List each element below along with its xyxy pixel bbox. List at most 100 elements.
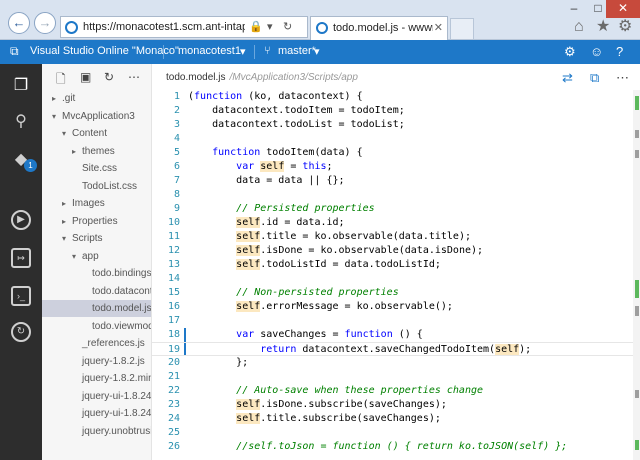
tree-item[interactable]: ▾ Scripts — [42, 230, 151, 247]
twisty-icon[interactable]: ▸ — [52, 90, 62, 107]
tab-todo-model[interactable]: todo.model.js - wwwroot - ... ✕ — [310, 16, 448, 40]
address-bar[interactable]: https://monacotest1.scm.ant-intapp.windo… — [60, 16, 308, 38]
tree-item[interactable]: _references.js — [42, 335, 151, 352]
twisty-icon[interactable]: ▾ — [62, 230, 72, 247]
code-line[interactable]: 11 self.title = ko.observable(data.title… — [152, 230, 633, 244]
home-icon[interactable]: ⌂ — [574, 19, 584, 35]
run-icon[interactable]: ▶ — [11, 210, 31, 230]
open-preview-icon[interactable]: ⧉ — [590, 70, 599, 86]
code-line[interactable]: 5 function todoItem(data) { — [152, 146, 633, 160]
smiley-icon[interactable]: ☺ — [590, 44, 603, 59]
forward-button[interactable]: → — [34, 12, 56, 34]
twisty-icon[interactable]: ▾ — [52, 108, 62, 125]
code-line[interactable]: 17 — [152, 314, 633, 328]
tree-item-label: jquery-1.8.2.js — [82, 355, 145, 367]
close-window-button[interactable]: ✕ — [606, 0, 640, 18]
site-dropdown-icon[interactable]: ▾ — [240, 45, 246, 58]
tree-item[interactable]: ▸ themes — [42, 143, 151, 160]
breadcrumb-file[interactable]: todo.model.js — [166, 72, 225, 83]
refresh-icon[interactable]: ↻ — [104, 70, 114, 84]
tree-item-label: todo.model.js — [92, 303, 152, 314]
code-line[interactable]: 23 self.isDone.subscribe(saveChanges); — [152, 398, 633, 412]
tree-item[interactable]: TodoList.css — [42, 178, 151, 195]
twisty-icon[interactable]: ▸ — [72, 143, 82, 160]
search-icon[interactable]: ⚲ — [9, 110, 33, 134]
tree-item[interactable]: todo.bindings.js — [42, 265, 151, 282]
twisty-icon[interactable]: ▸ — [62, 195, 72, 212]
tree-item[interactable]: jquery-1.8.2.js — [42, 353, 151, 370]
tree-item[interactable]: ▸ Images — [42, 195, 151, 212]
settings-icon[interactable]: ⚙ — [564, 44, 576, 60]
code-line[interactable]: 13 self.todoListId = data.todoListId; — [152, 258, 633, 272]
branch-dropdown-icon[interactable]: ▾ — [314, 45, 320, 58]
new-file-icon[interactable]: 🗋 — [56, 70, 66, 91]
code-line[interactable]: 16 self.errorMessage = ko.observable(); — [152, 300, 633, 314]
code-line[interactable]: 12 self.isDone = ko.observable(data.isDo… — [152, 244, 633, 258]
code-line[interactable]: 20 }; — [152, 356, 633, 370]
tree-item[interactable]: todo.viewmodel.js — [42, 318, 151, 335]
code-line[interactable]: 3 datacontext.todoList = todoList; — [152, 118, 633, 132]
line-number: 22 — [167, 385, 180, 396]
code-line[interactable]: 7 data = data || {}; — [152, 174, 633, 188]
code-line[interactable]: 2 datacontext.todoItem = todoItem; — [152, 104, 633, 118]
deploy-icon[interactable]: ↻ — [11, 322, 31, 342]
twisty-icon[interactable]: ▾ — [72, 248, 82, 265]
new-tab-button[interactable] — [450, 18, 474, 40]
forward-arrow-icon: → — [38, 15, 52, 30]
code-line[interactable]: 14 — [152, 272, 633, 286]
help-icon[interactable]: ? — [616, 44, 623, 59]
split-editor-icon[interactable]: ⇄ — [562, 70, 573, 86]
tree-item[interactable]: ▾ MvcApplication3 — [42, 108, 151, 125]
tree-item[interactable]: ▸ Properties — [42, 213, 151, 230]
code-line[interactable]: 6 var self = this; — [152, 160, 633, 174]
site-name[interactable]: monacotest1 — [178, 45, 241, 57]
console-icon[interactable]: ›_ — [11, 286, 31, 306]
tab-close-icon[interactable]: ✕ — [434, 21, 443, 34]
vs-logo-icon[interactable]: ⧉ — [10, 44, 19, 59]
tree-item[interactable]: ▸ .git — [42, 90, 151, 107]
twisty-icon[interactable]: ▾ — [62, 125, 72, 142]
gear-icon[interactable]: ⚙ — [618, 19, 632, 35]
code-line[interactable]: 10 self.id = data.id; — [152, 216, 633, 230]
code-line[interactable]: 4 — [152, 132, 633, 146]
code-line[interactable]: 22 // Auto-save when these properties ch… — [152, 384, 633, 398]
code-line[interactable]: 18 var saveChanges = function () { — [152, 328, 633, 342]
tree-item[interactable]: Site.css — [42, 160, 151, 177]
tree-item-label: TodoList.css — [82, 180, 138, 192]
code-line[interactable]: 26 //self.toJson = function () { return … — [152, 440, 633, 454]
new-folder-icon[interactable]: ▣ — [80, 70, 91, 84]
more-icon[interactable]: ⋯ — [128, 70, 140, 84]
line-text: // Auto-save when these properties chang… — [236, 385, 484, 396]
overview-ruler[interactable] — [633, 90, 640, 460]
star-icon[interactable]: ★ — [596, 19, 610, 35]
refresh-icon[interactable]: ↻ — [283, 20, 292, 33]
code-line[interactable]: 25 — [152, 426, 633, 440]
more-actions-icon[interactable]: ⋯ — [616, 70, 629, 86]
search-dropdown-icon[interactable]: ▾ — [267, 20, 273, 33]
tree-item[interactable]: todo.datacontext.js — [42, 283, 151, 300]
ruler-mark — [635, 306, 639, 316]
code-line[interactable]: 24 self.title.subscribe(saveChanges); — [152, 412, 633, 426]
output-icon[interactable]: ↦ — [11, 248, 31, 268]
twisty-icon[interactable]: ▸ — [62, 213, 72, 230]
explorer-icon[interactable]: ❐ — [9, 74, 33, 98]
code-line[interactable]: 9 // Persisted properties — [152, 202, 633, 216]
line-number: 7 — [173, 175, 180, 186]
address-url[interactable]: https://monacotest1.scm.ant-intapp.windo… — [83, 21, 245, 33]
back-button[interactable]: ← — [8, 12, 30, 34]
branch-name[interactable]: master* — [278, 45, 316, 57]
code-line[interactable]: 15 // Non-persisted properties — [152, 286, 633, 300]
tree-item[interactable]: todo.model.js — [42, 300, 152, 317]
tree-item[interactable]: ▾ app — [42, 248, 151, 265]
tree-item[interactable]: jquery-1.8.2.min.js — [42, 370, 151, 387]
code-line[interactable]: 1 (function (ko, datacontext) { — [152, 90, 633, 104]
code-line[interactable]: 8 — [152, 188, 633, 202]
code-line[interactable]: 21 — [152, 370, 633, 384]
lock-icon[interactable]: 🔒 — [249, 20, 263, 33]
line-text: self.title = ko.observable(data.title); — [236, 231, 471, 242]
code-line[interactable]: 19 return datacontext.saveChangedTodoIte… — [152, 342, 633, 356]
tree-item[interactable]: jquery.unobtrusive-ajax.js — [42, 423, 151, 440]
tree-item[interactable]: jquery-ui-1.8.24.min.js — [42, 405, 151, 422]
tree-item[interactable]: ▾ Content — [42, 125, 151, 142]
tree-item[interactable]: jquery-ui-1.8.24.js — [42, 388, 151, 405]
